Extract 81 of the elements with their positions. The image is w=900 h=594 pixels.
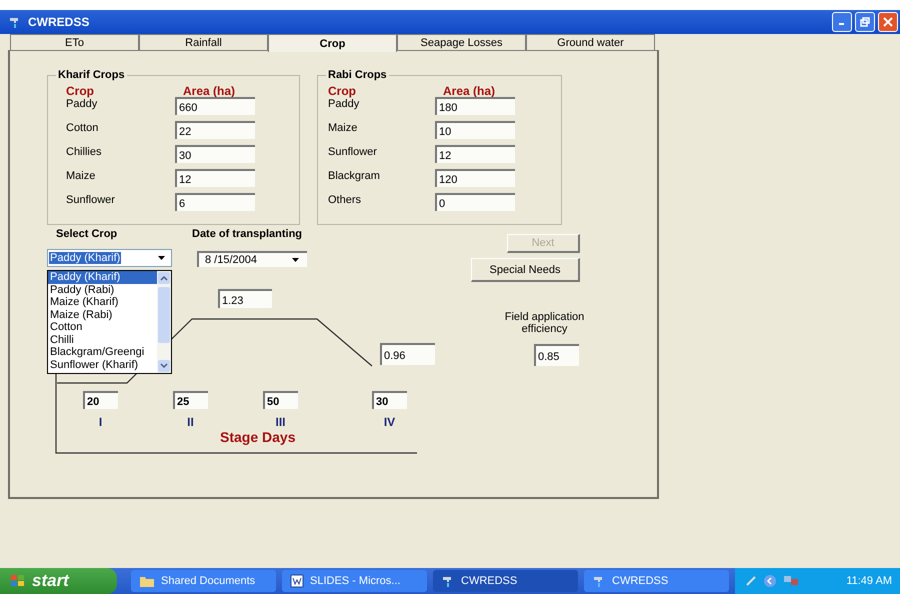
crop-label: Sunflower: [328, 145, 378, 160]
tab[interactable]: Ground water: [526, 34, 655, 50]
caret-icon: [292, 258, 299, 262]
axis-title: Stage Days: [220, 429, 296, 445]
folder-icon: [139, 574, 155, 588]
crop-dropdown[interactable]: Paddy (Kharif): [47, 249, 172, 267]
windows-flag-icon: [10, 574, 26, 588]
scroll-down-icon: [158, 360, 170, 372]
stage-label: II: [186, 415, 195, 429]
crop-label: Blackgram: [328, 169, 381, 184]
clock: 11:49 AM: [846, 575, 893, 587]
pen-icon: [745, 575, 757, 587]
taskbar-button[interactable]: SLIDES - Micros...: [282, 570, 427, 592]
restore-icon: [860, 17, 870, 27]
stage-label: III: [274, 415, 286, 429]
input-field[interactable]: 0.85: [534, 344, 579, 366]
dropdown-option[interactable]: Chilli: [48, 334, 157, 346]
column-header: Area (ha): [182, 85, 236, 97]
scroll-up-icon: [158, 272, 170, 284]
column-header: Crop: [328, 85, 357, 97]
dropdown-option[interactable]: Paddy (Kharif): [48, 271, 157, 284]
crop-label: Cotton: [66, 121, 100, 136]
tab[interactable]: ETo: [10, 34, 139, 50]
input-field[interactable]: 12: [435, 145, 515, 163]
scrollbar[interactable]: [157, 271, 171, 373]
group-title: Rabi Crops: [326, 69, 389, 81]
close-icon: [883, 17, 893, 27]
stage-label: I: [98, 415, 104, 429]
column-header: Crop: [66, 85, 95, 97]
dropdown-option[interactable]: Paddy (Rabi): [48, 284, 157, 296]
taskbar-button[interactable]: Shared Documents: [131, 570, 276, 592]
column-header: Area (ha): [442, 85, 496, 97]
close-button[interactable]: [878, 12, 898, 32]
window-title: CWREDSS: [28, 15, 90, 29]
crop-label: Maize: [66, 169, 96, 184]
input-field[interactable]: 20: [83, 391, 118, 409]
taskbar-button[interactable]: CWREDSS: [584, 570, 729, 592]
crop-label: Maize: [328, 121, 358, 136]
input-field[interactable]: 30: [372, 391, 407, 409]
crop-label: Sunflower: [66, 193, 116, 208]
dropdown-option[interactable]: Maize (Kharif): [48, 296, 157, 308]
caret-icon: [158, 256, 165, 260]
crop-label: Paddy: [328, 98, 360, 112]
input-field[interactable]: 1.23: [218, 289, 272, 308]
field-label: Date of transplanting: [192, 228, 302, 240]
field-label: Select Crop: [56, 228, 118, 240]
input-field[interactable]: 660: [175, 97, 255, 115]
tab[interactable]: Crop: [268, 34, 397, 52]
input-field[interactable]: 30: [175, 145, 255, 163]
chevron-icon: [763, 574, 777, 588]
crop-label: Chillies: [66, 145, 102, 160]
tab[interactable]: Seapage Losses: [397, 34, 526, 50]
stage-label: IV: [382, 415, 396, 429]
input-field[interactable]: 6: [175, 193, 255, 211]
dropdown-option[interactable]: Sunflower (Kharif): [48, 358, 157, 371]
dropdown-option[interactable]: Blackgram/Greengi: [48, 346, 157, 358]
input-field[interactable]: 0.96: [380, 343, 435, 365]
tab[interactable]: Rainfall: [139, 34, 268, 50]
input-field[interactable]: 22: [175, 121, 255, 139]
crop-label: Paddy: [66, 98, 98, 112]
input-field[interactable]: 0: [435, 193, 515, 211]
document-icon: [290, 574, 304, 588]
crop-label: Others: [328, 193, 362, 208]
start-button[interactable]: start: [0, 568, 117, 594]
form-button[interactable]: Special Needs: [471, 258, 580, 282]
field-label: Field application efficiency: [504, 311, 586, 335]
dropdown-option[interactable]: Cotton: [48, 321, 157, 334]
input-field[interactable]: 120: [435, 169, 515, 187]
date-picker[interactable]: 8 /15/2004: [197, 251, 307, 267]
selected-value: Paddy (Kharif): [49, 252, 122, 264]
group-title: Kharif Crops: [56, 69, 127, 81]
input-field[interactable]: 50: [263, 391, 298, 409]
dropdown-option[interactable]: Maize (Rabi): [48, 308, 157, 321]
input-field[interactable]: 10: [435, 121, 515, 139]
input-field[interactable]: 25: [173, 391, 208, 409]
input-field[interactable]: 12: [175, 169, 255, 187]
network-icon: [783, 574, 799, 588]
taskbar-button[interactable]: CWREDSS: [433, 570, 578, 592]
restore-button[interactable]: [855, 12, 875, 32]
input-field[interactable]: 180: [435, 97, 515, 115]
minimize-button[interactable]: [832, 12, 852, 32]
